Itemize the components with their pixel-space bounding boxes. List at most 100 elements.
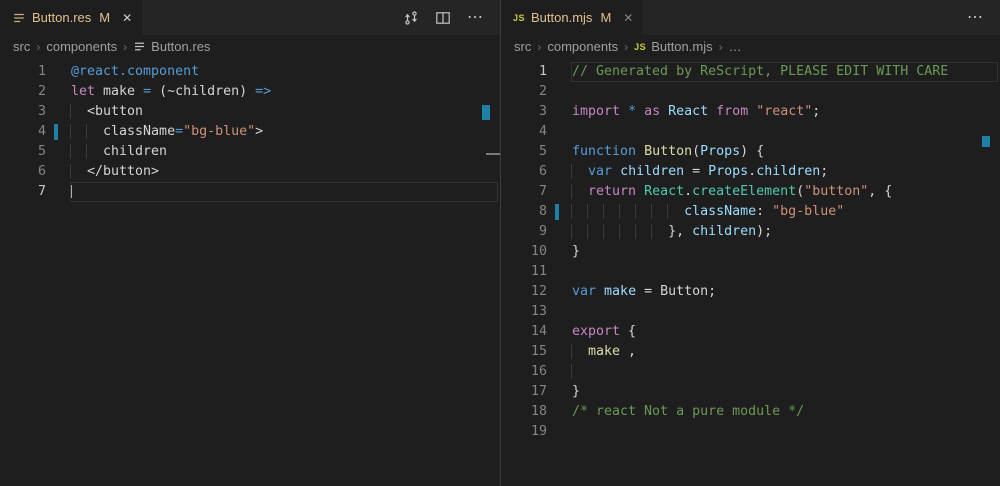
- code-line-content[interactable]: [571, 362, 998, 382]
- indent-guide: [619, 204, 620, 219]
- token: Props: [708, 164, 748, 179]
- overview-ruler[interactable]: [486, 58, 500, 486]
- code-line: 12 var make = Button;: [501, 282, 1000, 302]
- code-text: [571, 124, 572, 139]
- code-line: 9 }, children);: [501, 222, 1000, 242]
- modified-badge: M: [600, 10, 611, 25]
- tab-bar-left: Button.res M ✕: [0, 0, 500, 35]
- breadcrumb-separator: ›: [123, 40, 127, 54]
- code-line: 8 className: "bg-blue": [501, 202, 1000, 222]
- breadcrumb-item[interactable]: Button.res: [133, 39, 210, 54]
- code-line-content[interactable]: }: [571, 242, 998, 262]
- code-line-content[interactable]: children: [70, 142, 498, 162]
- breadcrumb-item[interactable]: src: [13, 39, 30, 54]
- code-line: 5 children: [0, 142, 500, 162]
- code-line-content[interactable]: </button>: [70, 162, 498, 182]
- split-editor-icon[interactable]: [435, 10, 451, 26]
- indent-guide: [603, 204, 604, 219]
- line-number: 16: [501, 362, 547, 382]
- code-text: }: [571, 244, 580, 259]
- js-file-icon: JS: [634, 42, 646, 52]
- code-line-content[interactable]: @react.component: [70, 62, 498, 82]
- code-line-content[interactable]: [70, 182, 498, 202]
- breadcrumb-item[interactable]: components: [547, 39, 618, 54]
- token: function: [572, 144, 636, 159]
- code-line-content[interactable]: let make = (~children) =>: [70, 82, 498, 102]
- gutter-decoration: [547, 362, 571, 382]
- token: "bg-blue": [183, 124, 255, 139]
- code-line-content[interactable]: export {: [571, 322, 998, 342]
- code-line-content[interactable]: className: "bg-blue": [571, 202, 998, 222]
- code-text: /* react Not a pure module */: [571, 404, 804, 419]
- line-number: 3: [0, 102, 46, 122]
- code-text: var children = Props.children;: [571, 164, 828, 179]
- overview-ruler[interactable]: [986, 58, 1000, 486]
- code-line: 3import * as React from "react";: [501, 102, 1000, 122]
- breadcrumb: src›components›JSButton.mjs›…: [501, 35, 1000, 58]
- tab-button-mjs[interactable]: JS Button.mjs M ✕: [501, 0, 643, 35]
- code-line: 4 className="bg-blue">: [0, 122, 500, 142]
- breadcrumb-label: Button.mjs: [651, 39, 712, 54]
- code-line-content[interactable]: return React.createElement("button", {: [571, 182, 998, 202]
- code-line-content[interactable]: [571, 82, 998, 102]
- open-changes-icon[interactable]: [403, 10, 419, 26]
- code-line-content[interactable]: }: [571, 382, 998, 402]
- code-text: @react.component: [70, 64, 199, 79]
- code-editor-button-mjs[interactable]: 1// Generated by ReScript, PLEASE EDIT W…: [501, 58, 1000, 486]
- code-line-content[interactable]: function Button(Props) {: [571, 142, 998, 162]
- line-number: 12: [501, 282, 547, 302]
- gutter-decoration: [547, 382, 571, 402]
- code-editor-button-res[interactable]: 1@react.component2let make = (~children)…: [0, 58, 500, 486]
- indent-guide: [635, 204, 636, 219]
- line-number: 18: [501, 402, 547, 422]
- token: [572, 164, 588, 179]
- token: Button: [644, 144, 692, 159]
- code-line-content[interactable]: [571, 302, 998, 322]
- token: "react": [756, 104, 812, 119]
- code-line: 14export {: [501, 322, 1000, 342]
- more-actions-icon[interactable]: ⋯: [467, 10, 484, 26]
- gutter-decoration: [46, 102, 70, 122]
- code-line-content[interactable]: // Generated by ReScript, PLEASE EDIT WI…: [571, 62, 998, 82]
- indent-guide: [571, 204, 572, 219]
- breadcrumb-item[interactable]: components: [46, 39, 117, 54]
- token: =>: [255, 84, 271, 99]
- line-number: 7: [0, 182, 46, 202]
- code-line-content[interactable]: [571, 262, 998, 282]
- code-line-content[interactable]: var children = Props.children;: [571, 162, 998, 182]
- code-line-content[interactable]: var make = Button;: [571, 282, 998, 302]
- code-line: 5function Button(Props) {: [501, 142, 1000, 162]
- breadcrumb-item[interactable]: JS Button.mjs: [634, 39, 712, 54]
- indent-guide: [603, 224, 604, 239]
- token: [572, 184, 588, 199]
- code-line-content[interactable]: /* react Not a pure module */: [571, 402, 998, 422]
- code-line-content[interactable]: }, children);: [571, 222, 998, 242]
- token: :: [756, 204, 772, 219]
- editor-group-left: Button.res M ✕: [0, 0, 500, 486]
- breadcrumb-item[interactable]: …: [729, 39, 742, 54]
- breadcrumb-separator: ›: [719, 40, 723, 54]
- breadcrumb-item[interactable]: src: [514, 39, 531, 54]
- gutter-decoration: [547, 342, 571, 362]
- breadcrumb-label: components: [46, 39, 117, 54]
- overview-ruler-modified-marker: [482, 105, 490, 120]
- indent-guide: [667, 204, 668, 219]
- token: [636, 104, 644, 119]
- gutter-decoration: [547, 102, 571, 122]
- close-icon[interactable]: ✕: [623, 12, 633, 24]
- line-number: 10: [501, 242, 547, 262]
- token: children: [756, 164, 820, 179]
- close-icon[interactable]: ✕: [122, 12, 132, 24]
- tab-button-res[interactable]: Button.res M ✕: [0, 0, 142, 35]
- code-line-content[interactable]: <button: [70, 102, 498, 122]
- gutter-decoration: [46, 162, 70, 182]
- code-line-content[interactable]: import * as React from "react";: [571, 102, 998, 122]
- code-line-content[interactable]: [571, 122, 998, 142]
- code-line-content[interactable]: [571, 422, 998, 442]
- more-actions-icon[interactable]: ⋯: [967, 10, 984, 26]
- code-line-content[interactable]: make ,: [571, 342, 998, 362]
- indent-guide: [571, 184, 572, 199]
- token: className: [684, 204, 756, 219]
- breadcrumb-label: components: [547, 39, 618, 54]
- code-line-content[interactable]: className="bg-blue">: [70, 122, 498, 142]
